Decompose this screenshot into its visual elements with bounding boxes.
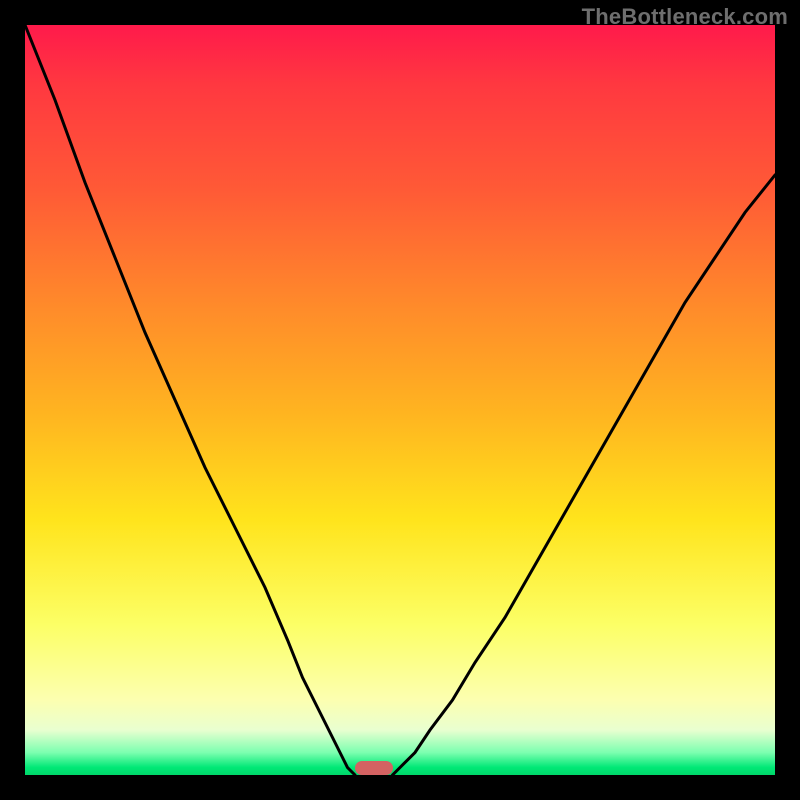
bottleneck-marker [355,761,393,775]
right-curve [393,175,776,775]
left-curve [25,25,355,775]
plot-area [25,25,775,775]
watermark-text: TheBottleneck.com [582,4,788,30]
chart-frame: TheBottleneck.com [0,0,800,800]
curves-layer [25,25,775,775]
